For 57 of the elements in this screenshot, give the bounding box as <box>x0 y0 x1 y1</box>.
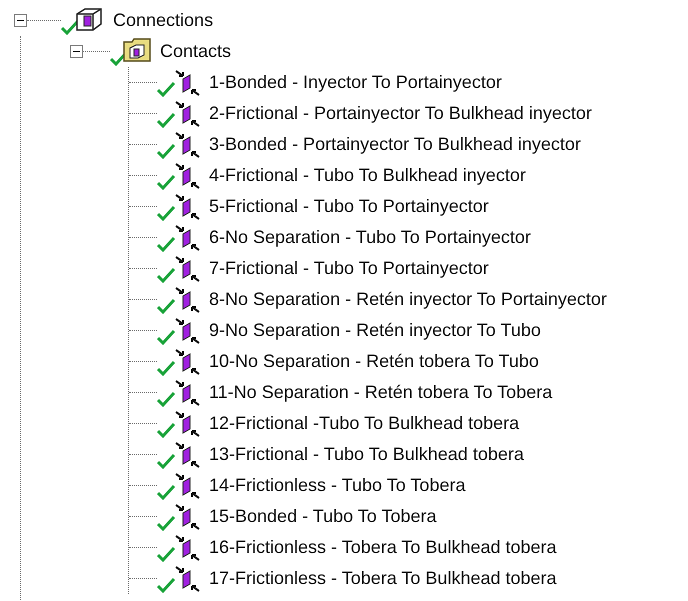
check-icon <box>157 484 175 500</box>
check-icon <box>157 360 175 376</box>
tree-item-label[interactable]: Connections <box>113 10 214 31</box>
plate-arrows-icon <box>175 286 201 314</box>
check-icon <box>157 266 175 282</box>
check-icon <box>157 390 175 406</box>
plate-arrows-icon <box>175 100 201 128</box>
tree-item-label[interactable]: 12-Frictional -Tubo To Bulkhead tobera <box>209 413 520 434</box>
plate-arrows-icon <box>175 534 201 562</box>
check-icon <box>157 546 175 562</box>
tree-item-label[interactable]: 8-No Separation - Retén inyector To Portainyector <box>209 289 607 310</box>
plate-arrows-icon <box>175 378 201 406</box>
tree-item-label[interactable]: 9-No Separation - Retén inyector To Tubo <box>209 320 541 341</box>
check-icon <box>157 452 175 468</box>
plate-arrows-icon <box>175 348 201 376</box>
plate-arrows-icon <box>175 254 201 282</box>
collapse-toggle[interactable] <box>70 45 83 58</box>
check-icon <box>61 18 79 34</box>
tree-item-label[interactable]: 3-Bonded - Portainyector To Bulkhead inyector <box>209 134 581 155</box>
plate-arrows-icon <box>175 410 201 438</box>
tree-item-label[interactable]: 1-Bonded - Inyector To Portainyector <box>209 72 502 93</box>
check-icon <box>157 112 175 128</box>
tree-item-label[interactable]: 10-No Separation - Retén tobera To Tubo <box>209 351 539 372</box>
check-icon <box>157 174 175 190</box>
plate-arrows-icon <box>175 192 201 220</box>
check-icon <box>157 142 175 158</box>
check-icon <box>157 204 175 220</box>
plate-arrows-icon <box>175 316 201 344</box>
tree-item-label[interactable]: 7-Frictional - Tubo To Portainyector <box>209 258 489 279</box>
tree-item-label[interactable]: 13-Frictional - Tubo To Bulkhead tobera <box>209 444 524 465</box>
tree-item-label[interactable]: 16-Frictionless - Tobera To Bulkhead tobera <box>209 537 557 558</box>
tree-item-label[interactable]: Contacts <box>160 41 232 62</box>
plate-arrows-icon <box>175 564 201 592</box>
tree-item-label[interactable]: 5-Frictional - Tubo To Portainyector <box>209 196 489 217</box>
tree-item-label[interactable]: 4-Frictional - Tubo To Bulkhead inyector <box>209 165 526 186</box>
plate-arrows-icon <box>175 68 201 96</box>
check-icon <box>157 80 175 96</box>
plate-arrows-icon <box>175 440 201 468</box>
check-icon <box>157 576 175 592</box>
tree-item-label[interactable]: 6-No Separation - Tubo To Portainyector <box>209 227 531 248</box>
plate-arrows-icon <box>175 224 201 252</box>
tree-item-label[interactable]: 15-Bonded - Tubo To Tobera <box>209 506 437 527</box>
plate-arrows-icon <box>175 502 201 530</box>
check-icon <box>157 328 175 344</box>
check-icon <box>157 236 175 252</box>
check-icon <box>157 514 175 530</box>
check-icon <box>157 422 175 438</box>
plate-arrows-icon <box>175 130 201 158</box>
collapse-toggle[interactable] <box>14 14 27 27</box>
check-icon <box>157 298 175 314</box>
tree-item-label[interactable]: 2-Frictional - Portainyector To Bulkhead inyector <box>209 103 592 124</box>
tree-item-label[interactable]: 17-Frictionless - Tobera To Bulkhead tobera <box>209 568 557 589</box>
tree-item-label[interactable]: 11-No Separation - Retén tobera To Tobera <box>209 382 552 403</box>
folder-icon <box>122 36 152 62</box>
plate-arrows-icon <box>175 162 201 190</box>
plate-arrows-icon <box>175 472 201 500</box>
tree-item-label[interactable]: 14-Frictionless - Tubo To Tobera <box>209 475 466 496</box>
